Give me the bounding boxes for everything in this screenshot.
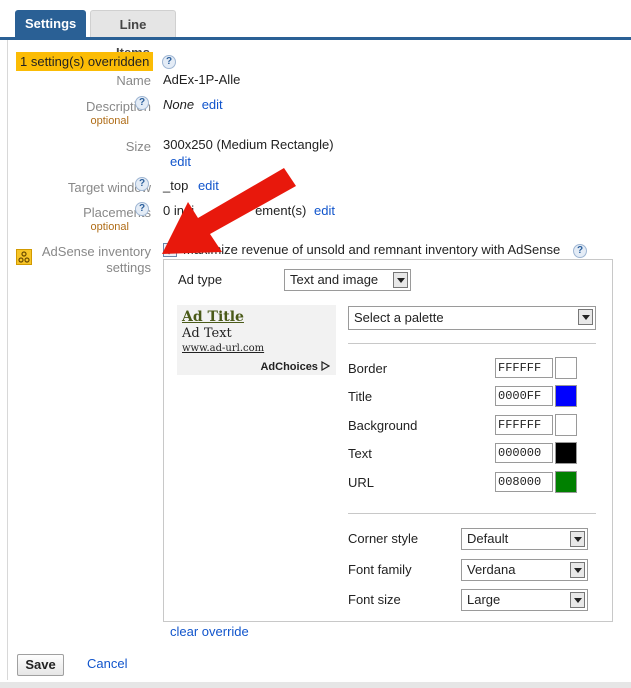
color-label-url: URL	[348, 475, 375, 490]
size-value: 300x250 (Medium Rectangle)	[163, 137, 334, 152]
ad-preview: Ad Title Ad Text www.ad-url.com AdChoice…	[177, 305, 336, 375]
help-icon[interactable]: ?	[135, 96, 149, 110]
title-color-swatch[interactable]	[555, 385, 577, 407]
size-label: Size	[125, 139, 151, 154]
title-color-input[interactable]: 0000FF	[495, 386, 553, 406]
divider	[348, 513, 596, 514]
border-color-input[interactable]: FFFFFF	[495, 358, 553, 378]
tab-line-items[interactable]: Line Items	[90, 10, 176, 60]
url-color-input[interactable]: 008000	[495, 472, 553, 492]
placements-optional: optional	[90, 221, 129, 233]
chevron-down-icon	[393, 272, 408, 288]
clear-override-link[interactable]: clear override	[170, 624, 249, 639]
adchoices-icon	[321, 360, 331, 372]
description-field: None edit	[163, 97, 223, 112]
tab-underline	[0, 37, 631, 40]
ad-type-value: Text and image	[290, 272, 379, 287]
description-value: None	[163, 97, 195, 112]
ad-preview-title: Ad Title	[182, 309, 244, 325]
override-badge: 1 setting(s) overridden	[16, 52, 154, 71]
text-color-swatch[interactable]	[555, 442, 577, 464]
background-color-swatch[interactable]	[555, 414, 577, 436]
help-icon[interactable]: ?	[573, 244, 587, 258]
corner-style-label: Corner style	[348, 531, 419, 546]
url-color-swatch[interactable]	[555, 471, 577, 493]
bottom-bar	[0, 682, 631, 688]
adsense-warning-icon	[16, 249, 32, 265]
adsense-settings-label-line2: settings	[106, 260, 151, 275]
save-button[interactable]: Save	[17, 654, 64, 676]
color-label-text: Text	[348, 446, 372, 461]
left-border	[7, 40, 8, 680]
name-value: AdEx-1P-Alle	[163, 72, 241, 87]
description-edit-link[interactable]: edit	[202, 97, 223, 112]
help-icon[interactable]: ?	[135, 177, 149, 191]
font-family-select[interactable]: Verdana	[461, 559, 588, 581]
palette-select[interactable]: Select a palette	[348, 306, 596, 330]
help-icon[interactable]: ?	[162, 55, 176, 69]
color-label-background: Background	[348, 418, 418, 433]
tab-bar: Settings Line Items	[0, 0, 631, 60]
font-size-label: Font size	[348, 592, 401, 607]
description-optional: optional	[90, 115, 129, 127]
chevron-down-icon	[570, 531, 585, 547]
red-arrow-icon	[162, 168, 296, 254]
font-size-select[interactable]: Large	[461, 589, 588, 611]
chevron-down-icon	[578, 309, 593, 325]
adsense-settings-label: AdSense inventory	[41, 244, 151, 259]
border-color-swatch[interactable]	[555, 357, 577, 379]
corner-style-value: Default	[467, 531, 509, 546]
adchoices-text: AdChoices	[260, 361, 318, 373]
chevron-down-icon	[570, 592, 585, 608]
help-icon[interactable]: ?	[135, 202, 149, 216]
font-size-value: Large	[467, 592, 501, 607]
ad-preview-text: Ad Text	[182, 326, 232, 341]
placements-edit-link[interactable]: edit	[314, 203, 335, 218]
divider	[348, 343, 596, 344]
ad-type-label: Ad type	[178, 272, 223, 287]
color-label-title: Title	[348, 389, 373, 404]
chevron-down-icon	[570, 562, 585, 578]
ad-type-select[interactable]: Text and image	[284, 269, 411, 291]
text-color-input[interactable]: 000000	[495, 443, 553, 463]
corner-style-select[interactable]: Default	[461, 528, 588, 550]
ad-preview-url: www.ad-url.com	[182, 343, 265, 354]
name-label: Name	[116, 73, 151, 88]
color-label-border: Border	[348, 361, 388, 376]
font-family-label: Font family	[348, 562, 412, 577]
palette-select-value: Select a palette	[354, 310, 444, 325]
background-color-input[interactable]: FFFFFF	[495, 415, 553, 435]
adchoices-label: AdChoices	[260, 360, 331, 373]
tab-settings[interactable]: Settings	[15, 10, 86, 38]
cancel-link[interactable]: Cancel	[87, 656, 127, 671]
font-family-value: Verdana	[467, 562, 516, 577]
